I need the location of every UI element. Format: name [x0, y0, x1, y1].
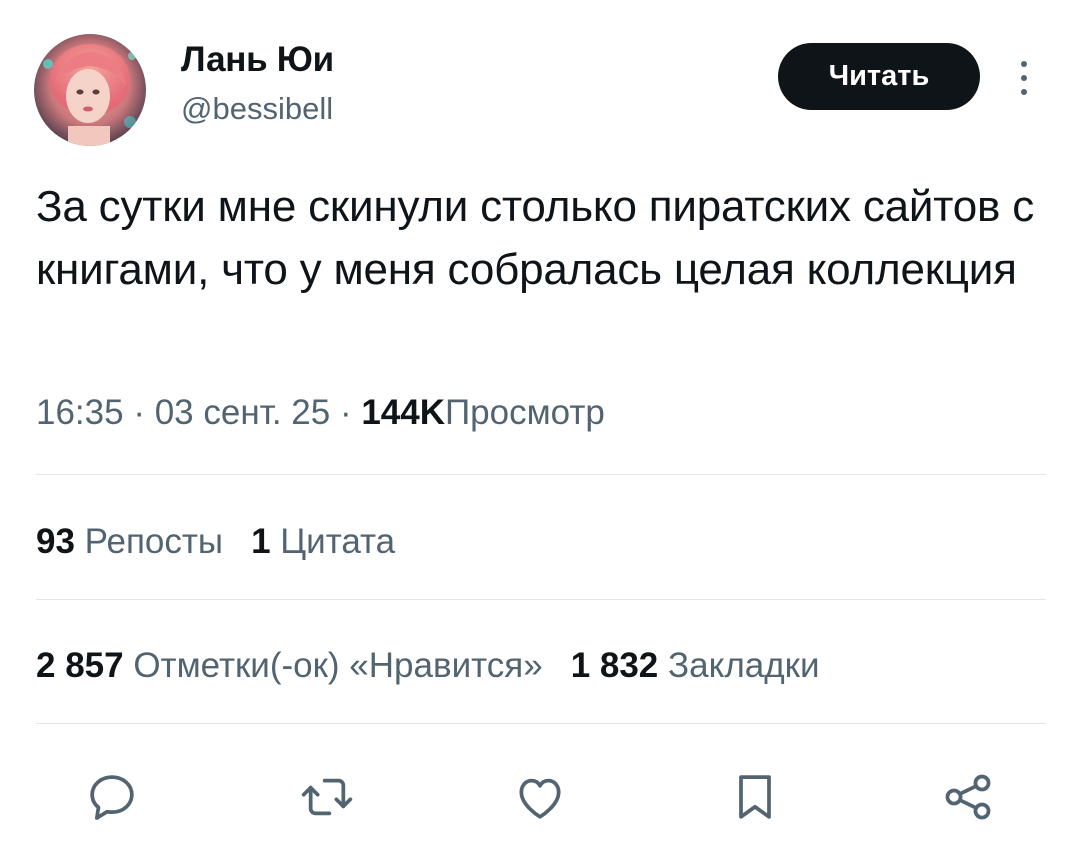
vertical-dots-icon[interactable] — [1010, 56, 1038, 100]
views-count: 144K — [361, 393, 445, 432]
likes-label: Отметки(-ок) «Нравится» — [133, 646, 543, 685]
reposts-count: 93 — [36, 522, 75, 561]
author-name[interactable]: Лань Юи — [181, 40, 334, 80]
repost-icon[interactable] — [292, 762, 362, 832]
divider — [36, 723, 1046, 724]
tweet-meta: 16:35 · 03 сент. 25 · 144KПросмотр — [36, 393, 605, 433]
bookmarks-count: 1 832 — [570, 646, 659, 685]
meta-separator: · — [339, 393, 352, 432]
bookmarks-stat[interactable]: 1 832 Закладки — [571, 646, 820, 685]
reposts-stat[interactable]: 93 Репосты — [36, 522, 223, 561]
meta-separator: · — [133, 393, 145, 432]
quotes-label: Цитата — [280, 522, 396, 561]
reply-icon[interactable] — [77, 762, 147, 832]
like-icon[interactable] — [505, 762, 575, 832]
likes-stat[interactable]: 2 857 Отметки(-ок) «Нравится» — [36, 646, 543, 685]
bookmarks-label: Закладки — [668, 646, 820, 685]
tweet-time[interactable]: 16:35 — [36, 393, 124, 432]
quotes-stat[interactable]: 1 Цитата — [251, 522, 395, 561]
bookmark-icon[interactable] — [720, 762, 790, 832]
tweet-date[interactable]: 03 сент. 25 — [155, 393, 330, 432]
divider — [36, 474, 1046, 475]
share-icon[interactable] — [933, 762, 1003, 832]
reposts-label: Репосты — [84, 522, 224, 561]
tweet-text: За сутки мне скинули столько пиратских с… — [36, 182, 1035, 294]
follow-button[interactable]: Читать — [778, 43, 980, 110]
engagement-row-2: 2 857 Отметки(-ок) «Нравится» 1 832 Закла… — [36, 646, 820, 686]
engagement-row-1: 93 Репосты 1 Цитата — [36, 522, 395, 562]
views-label: Просмотр — [445, 393, 605, 432]
likes-count: 2 857 — [36, 646, 124, 685]
quotes-count: 1 — [251, 522, 271, 561]
divider — [36, 599, 1046, 600]
action-bar — [0, 762, 1080, 832]
author-handle[interactable]: @bessibell — [181, 91, 333, 127]
avatar[interactable] — [34, 34, 146, 146]
